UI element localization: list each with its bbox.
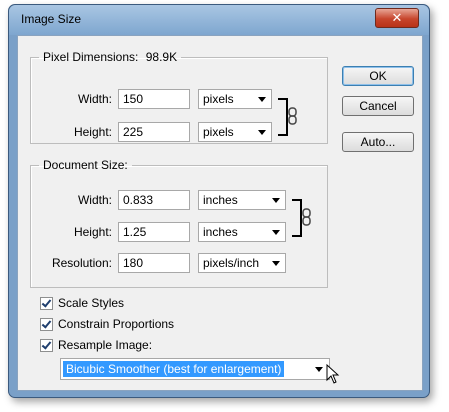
auto-button[interactable]: Auto... (342, 132, 414, 152)
constrain-proportions-label: Constrain Proportions (58, 317, 175, 331)
mouse-pointer-icon (326, 364, 340, 384)
close-icon: ✕ (391, 10, 403, 25)
chevron-down-icon (258, 130, 266, 135)
dialog-title: Image Size (21, 12, 82, 26)
pixel-width-unit-select[interactable]: pixels (198, 89, 272, 109)
chevron-down-icon (272, 198, 280, 203)
chevron-down-icon (272, 261, 280, 266)
constrain-bracket (278, 98, 288, 136)
resample-image-checkbox[interactable] (40, 339, 53, 352)
pixel-dimensions-label: Pixel Dimensions: (43, 50, 139, 64)
doc-height-field[interactable]: 1.25 (118, 222, 190, 242)
pixel-height-field[interactable]: 225 (118, 122, 190, 142)
ok-button[interactable]: OK (342, 66, 414, 86)
pixel-height-label: Height: (73, 125, 112, 139)
scale-styles-checkbox[interactable] (40, 297, 53, 310)
dialog-body: Pixel Dimensions: 98.9K Width: 150 pixel… (17, 35, 423, 391)
pixel-height-unit: pixels (203, 125, 234, 139)
doc-width-unit: inches (203, 193, 238, 207)
doc-height-unit: inches (203, 225, 238, 239)
resolution-unit-select[interactable]: pixels/inch (198, 253, 286, 273)
doc-width-unit-select[interactable]: inches (198, 190, 286, 210)
chevron-down-icon (258, 97, 266, 102)
close-button[interactable]: ✕ (375, 8, 419, 28)
chain-link-icon (302, 208, 311, 226)
doc-width-label: Width: (77, 193, 112, 207)
constrain-proportions-checkbox[interactable] (40, 318, 53, 331)
doc-height-label: Height: (73, 225, 112, 239)
title-bar[interactable]: Image Size ✕ (9, 5, 429, 35)
resolution-unit: pixels/inch (203, 256, 260, 270)
pixel-dimensions-legend: Pixel Dimensions: 98.9K (39, 50, 181, 64)
scale-styles-label: Scale Styles (58, 296, 125, 310)
pixel-height-unit-select[interactable]: pixels (198, 122, 272, 142)
resolution-label: Resolution: (51, 256, 112, 270)
doc-width-field[interactable]: 0.833 (118, 190, 190, 210)
resample-image-label: Resample Image: (58, 338, 153, 352)
doc-constrain-bracket (292, 199, 302, 237)
resample-method-selected: Bicubic Smoother (best for enlargement) (63, 361, 285, 377)
chevron-down-icon (315, 367, 323, 372)
resolution-field[interactable]: 180 (118, 253, 190, 273)
pixel-width-label: Width: (77, 92, 112, 106)
doc-height-unit-select[interactable]: inches (198, 222, 286, 242)
pixel-dimensions-size: 98.9K (145, 50, 178, 64)
pixel-width-field[interactable]: 150 (118, 89, 190, 109)
chevron-down-icon (272, 230, 280, 235)
document-size-label: Document Size: (43, 158, 128, 172)
image-size-dialog: Image Size ✕ Pixel Dimensions: 98.9K Wid… (8, 4, 430, 398)
cancel-button[interactable]: Cancel (342, 96, 414, 116)
chain-link-icon (288, 107, 297, 125)
pixel-width-unit: pixels (203, 92, 234, 106)
resample-method-select[interactable]: Bicubic Smoother (best for enlargement) (60, 358, 330, 380)
